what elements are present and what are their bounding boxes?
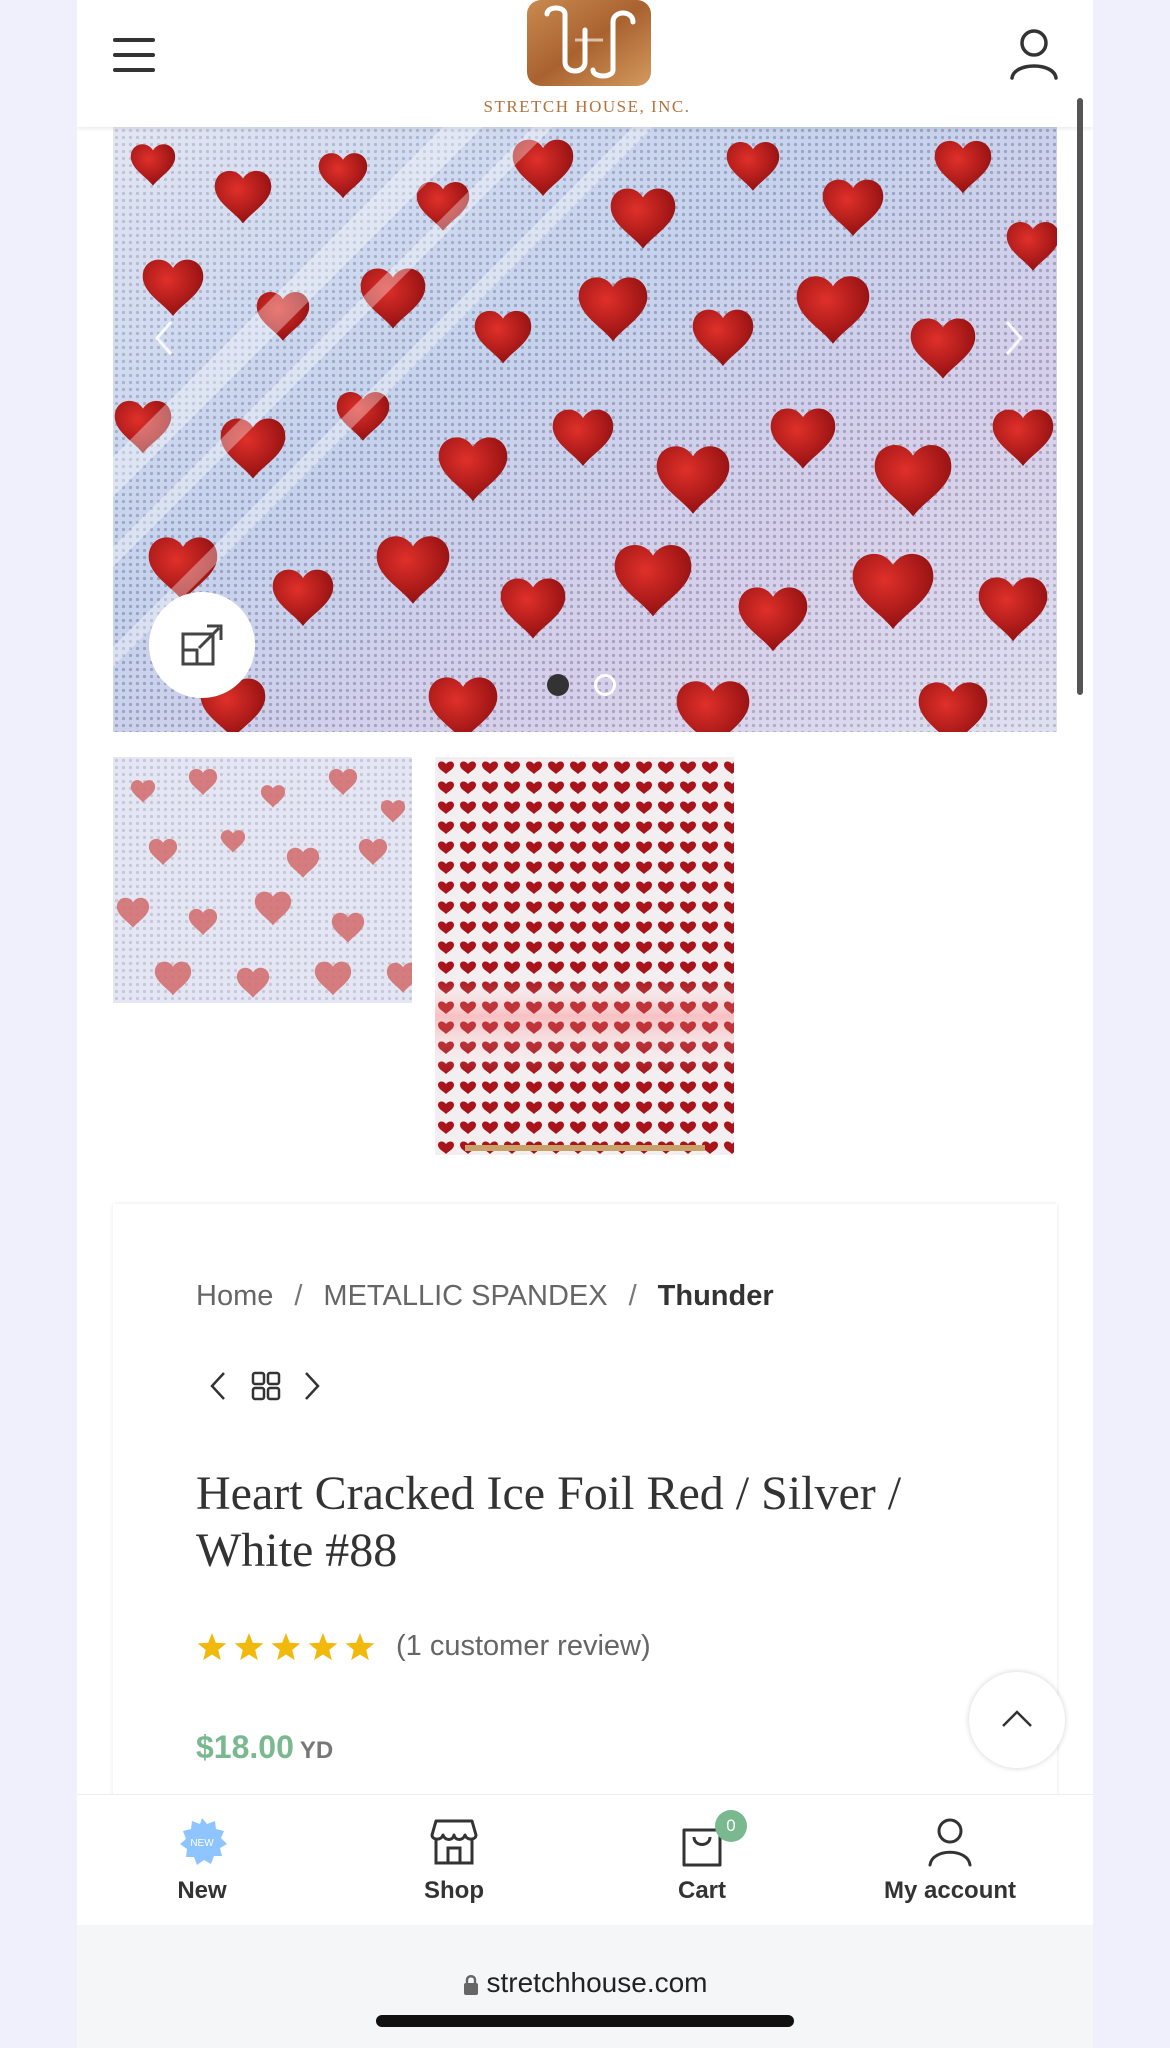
chevron-left-icon[interactable] xyxy=(206,1367,230,1405)
toolbar-new[interactable]: NEW New xyxy=(77,1795,327,1925)
cart-count-badge: 0 xyxy=(715,1810,747,1842)
product-price: $18.00 YD xyxy=(196,1729,333,1766)
toolbar-shop[interactable]: Shop xyxy=(329,1795,579,1925)
lock-icon xyxy=(463,1974,478,1995)
star-icon xyxy=(345,1633,375,1661)
chevron-left-icon[interactable] xyxy=(149,318,179,358)
star-icon xyxy=(197,1633,227,1661)
thumbnail-1[interactable] xyxy=(113,757,412,1003)
breadcrumb-separator: / xyxy=(628,1280,637,1312)
expand-icon xyxy=(181,624,223,666)
grid-icon[interactable] xyxy=(250,1367,282,1405)
user-icon[interactable] xyxy=(1009,28,1059,80)
browser-address-bar[interactable]: stretchhouse.com xyxy=(77,1925,1093,2048)
toolbar-my-account-label: My account xyxy=(883,1877,1017,1904)
chevron-right-icon[interactable] xyxy=(999,318,1029,358)
svg-text:NEW: NEW xyxy=(190,1838,214,1849)
page-scrollbar[interactable] xyxy=(1077,98,1083,695)
chevron-right-icon[interactable] xyxy=(300,1367,324,1405)
slide-dot-2[interactable] xyxy=(594,674,616,696)
bottom-toolbar: NEW New Shop 0 Cart My account xyxy=(77,1794,1093,1925)
url-text: stretchhouse.com xyxy=(486,1967,708,1998)
star-icon xyxy=(234,1633,264,1661)
price-unit: YD xyxy=(299,1737,334,1764)
breadcrumb: Home / METALLIC SPANDEX / Thunder xyxy=(196,1280,774,1313)
zoom-button[interactable] xyxy=(149,592,255,698)
breadcrumb-current: Thunder xyxy=(657,1280,774,1312)
product-navigation xyxy=(196,1367,346,1407)
new-badge-icon: NEW xyxy=(180,1818,227,1865)
user-icon xyxy=(928,1818,972,1867)
toolbar-new-label: New xyxy=(177,1877,227,1904)
toolbar-my-account[interactable]: My account xyxy=(825,1795,1075,1925)
chevron-up-icon xyxy=(1002,1710,1032,1727)
toolbar-cart[interactable]: 0 Cart xyxy=(577,1795,827,1925)
price-amount: $18.00 xyxy=(196,1729,294,1765)
page: STRETCH HOUSE, INC. Home / METALLIC SPAN… xyxy=(77,0,1093,2048)
toolbar-shop-label: Shop xyxy=(424,1877,484,1904)
toolbar-cart-label: Cart xyxy=(677,1877,726,1904)
thumbnail-2-image xyxy=(435,757,734,1155)
product-title: Heart Cracked Ice Foil Red / Silver / Wh… xyxy=(196,1467,902,1577)
home-indicator[interactable] xyxy=(376,2015,794,2027)
review-count-link[interactable]: (1 customer review) xyxy=(396,1630,651,1663)
site-logo[interactable]: STRETCH HOUSE, INC. xyxy=(467,0,707,120)
breadcrumb-category[interactable]: METALLIC SPANDEX xyxy=(323,1280,607,1312)
hamburger-menu-icon[interactable] xyxy=(113,38,157,72)
store-icon xyxy=(430,1819,478,1865)
thumbnail-2[interactable] xyxy=(435,757,734,1155)
star-icon xyxy=(271,1633,301,1661)
thumbnail-1-image xyxy=(113,757,412,1003)
logo-text: STRETCH HOUSE, INC. xyxy=(483,97,691,116)
breadcrumb-home[interactable]: Home xyxy=(196,1280,273,1312)
star-icon xyxy=(308,1633,338,1661)
slide-dot-1[interactable] xyxy=(547,674,569,696)
breadcrumb-separator: / xyxy=(294,1280,303,1312)
star-rating-icon xyxy=(197,1633,375,1661)
scroll-to-top-button[interactable] xyxy=(969,1672,1065,1768)
logo-mark-icon xyxy=(527,0,651,86)
url-display[interactable]: stretchhouse.com xyxy=(77,1967,1093,1999)
site-header: STRETCH HOUSE, INC. xyxy=(77,0,1093,127)
